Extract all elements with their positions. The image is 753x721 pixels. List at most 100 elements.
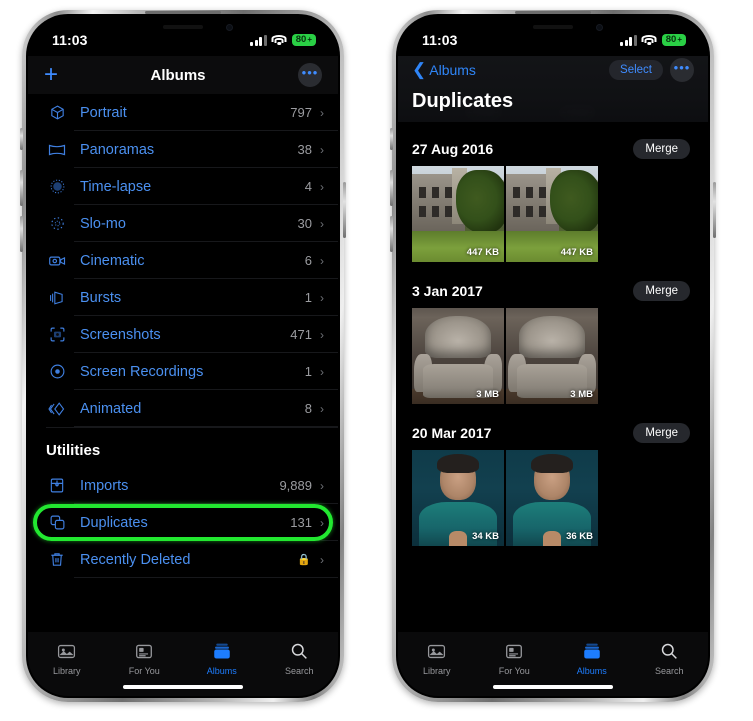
select-button[interactable]: Select — [609, 60, 663, 80]
tab-albums[interactable]: Albums — [190, 640, 254, 676]
album-row-bursts[interactable]: Bursts 1 › — [28, 279, 338, 316]
group-date: 27 Aug 2016 — [412, 141, 494, 157]
home-indicator[interactable] — [123, 685, 243, 689]
merge-button[interactable]: Merge — [633, 281, 690, 301]
duplicate-pair[interactable]: 447 KB 447 KB — [398, 166, 708, 262]
album-row-cinematic[interactable]: Cinematic 6 › — [28, 242, 338, 279]
group-date: 3 Jan 2017 — [412, 283, 483, 299]
utility-row-duplicates[interactable]: Duplicates 131 › — [28, 504, 338, 541]
screenshots-icon — [46, 325, 68, 345]
volume-down-button[interactable] — [390, 216, 393, 252]
imports-icon — [46, 476, 68, 496]
photo-thumbnail[interactable]: 3 MB — [412, 308, 504, 404]
tab-for-you[interactable]: For You — [112, 640, 176, 676]
tab-for-you[interactable]: For You — [482, 640, 546, 676]
photo-thumbnail[interactable]: 36 KB — [506, 450, 598, 546]
tab-label: Search — [654, 666, 684, 676]
section-heading-utilities: Utilities — [46, 442, 101, 459]
album-label: Slo-mo — [80, 215, 126, 232]
album-row-animated[interactable]: Animated 8 › — [28, 390, 338, 427]
battery-percent: 80 — [665, 34, 677, 46]
timelapse-icon — [46, 177, 68, 197]
status-indicators: 80 + — [620, 33, 686, 47]
merge-button[interactable]: Merge — [633, 139, 690, 159]
albums-list[interactable]: Portrait 797 › Panoramas 38 › Time-lapse… — [28, 94, 338, 632]
album-row-slo-mo[interactable]: Slo-mo 30 › — [28, 205, 338, 242]
more-options-icon[interactable]: ••• — [298, 63, 322, 87]
album-count: 1 — [304, 290, 312, 305]
notch — [487, 16, 619, 42]
album-label: Screen Recordings — [80, 363, 204, 380]
tab-library[interactable]: Library — [35, 640, 99, 676]
mute-switch[interactable] — [20, 128, 23, 150]
duplicate-pair[interactable]: 34 KB 36 KB — [398, 450, 708, 546]
power-button[interactable] — [343, 182, 346, 238]
chevron-right-icon: › — [320, 327, 324, 342]
search-icon — [660, 640, 678, 662]
album-count: 4 — [304, 179, 312, 194]
photo-thumbnail[interactable]: 3 MB — [506, 308, 598, 404]
duplicates-scroll-view[interactable]: 178 KB 178 KB 27 Aug 2016 — [398, 56, 708, 632]
earpiece-speaker — [145, 11, 221, 14]
utility-row-recently-deleted[interactable]: Recently Deleted 🔒 › — [28, 541, 338, 578]
duplicate-pair[interactable]: 3 MB 3 MB — [398, 308, 708, 404]
photo-thumbnail[interactable]: 34 KB — [412, 450, 504, 546]
home-indicator[interactable] — [493, 685, 613, 689]
volume-down-button[interactable] — [20, 216, 23, 252]
tab-bar-left[interactable]: Library For You Albums Search — [28, 632, 338, 696]
search-icon — [290, 640, 308, 662]
chevron-left-icon: ❮ — [412, 60, 427, 79]
photo-size-label: 36 KB — [566, 531, 593, 542]
screenshot-canvas: 11:03 80 + + Albums ••• Portrait 797 › P… — [0, 0, 753, 721]
album-row-portrait[interactable]: Portrait 797 › — [28, 94, 338, 131]
photo-thumbnail[interactable]: 447 KB — [412, 166, 504, 262]
status-time: 11:03 — [422, 32, 458, 48]
back-button[interactable]: ❮ Albums — [412, 60, 476, 79]
photo-size-label: 3 MB — [570, 389, 593, 400]
albums-icon — [213, 640, 231, 662]
chevron-right-icon: › — [320, 290, 324, 305]
photo-size-label: 447 KB — [466, 247, 499, 258]
battery-charging-bolt: + — [677, 35, 682, 44]
speaker-grill — [163, 25, 203, 29]
power-button[interactable] — [713, 182, 716, 238]
merge-button[interactable]: Merge — [633, 423, 690, 443]
album-count: 471 — [290, 327, 312, 342]
chevron-right-icon: › — [320, 401, 324, 416]
utility-row-imports[interactable]: Imports 9,889 › — [28, 467, 338, 504]
front-camera-icon — [226, 24, 233, 31]
photo-size-label: 34 KB — [472, 531, 499, 542]
album-label: Animated — [80, 400, 142, 417]
tab-albums[interactable]: Albums — [560, 640, 624, 676]
volume-up-button[interactable] — [20, 170, 23, 206]
tab-label: For You — [128, 666, 160, 676]
chevron-right-icon: › — [320, 216, 324, 231]
tab-label: Search — [284, 666, 314, 676]
tab-label: For You — [498, 666, 530, 676]
portrait-cube-icon — [46, 103, 68, 123]
tab-bar-right[interactable]: Library For You Albums Search — [398, 632, 708, 696]
front-camera-icon — [596, 24, 603, 31]
cellular-signal-icon — [250, 34, 267, 46]
battery-charging-bolt: + — [307, 35, 312, 44]
chevron-right-icon: › — [320, 179, 324, 194]
tab-library[interactable]: Library — [405, 640, 469, 676]
album-row-screenshots[interactable]: Screenshots 471 › — [28, 316, 338, 353]
album-row-panoramas[interactable]: Panoramas 38 › — [28, 131, 338, 168]
notch — [117, 16, 249, 42]
album-row-screen-recordings[interactable]: Screen Recordings 1 › — [28, 353, 338, 390]
album-label: Cinematic — [80, 252, 145, 269]
album-row-time-lapse[interactable]: Time-lapse 4 › — [28, 168, 338, 205]
tab-search[interactable]: Search — [637, 640, 701, 676]
photo-size-label: 447 KB — [560, 247, 593, 258]
tab-search[interactable]: Search — [267, 640, 331, 676]
battery-icon: 80 + — [291, 33, 316, 47]
album-count: 38 — [297, 142, 312, 157]
photo-thumbnail[interactable]: 447 KB — [506, 166, 598, 262]
album-label: Portrait — [80, 104, 127, 121]
mute-switch[interactable] — [390, 128, 393, 150]
for-you-icon — [135, 640, 153, 662]
more-options-icon[interactable]: ••• — [670, 58, 694, 82]
plus-icon[interactable]: + — [44, 63, 58, 87]
volume-up-button[interactable] — [390, 170, 393, 206]
